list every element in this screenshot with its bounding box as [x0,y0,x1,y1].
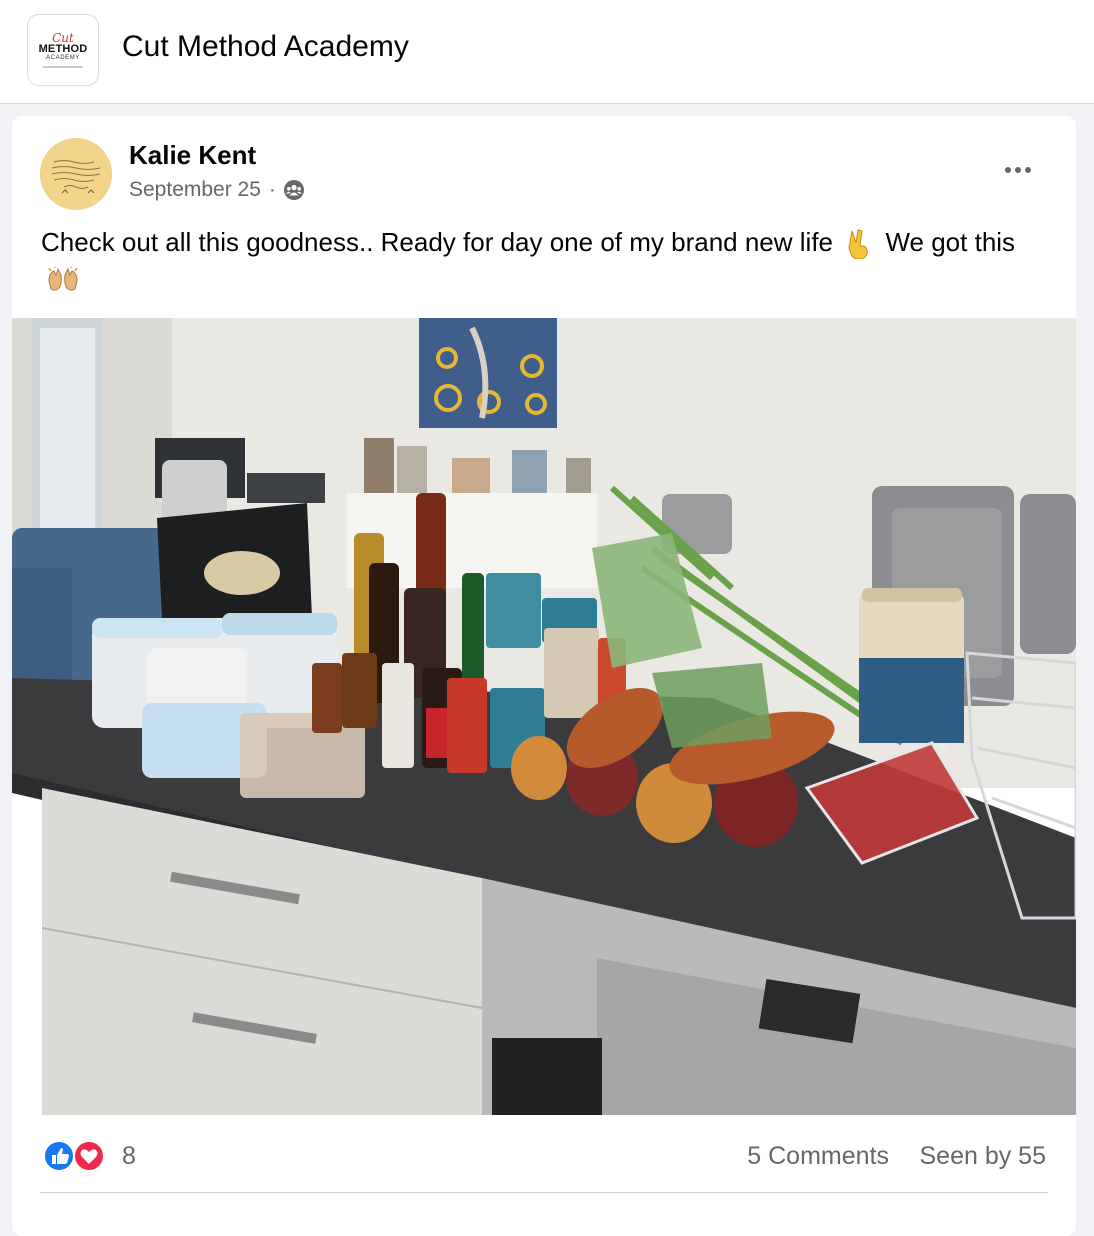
raising-hands-emoji [48,267,78,291]
post-text: Check out all this goodness.. Ready for … [41,224,1041,296]
group-name[interactable]: Cut Method Academy [122,30,409,64]
post-text-part2: We got this [885,227,1016,257]
seen-by-link[interactable]: Seen by 55 [920,1142,1047,1171]
logo-academy-text: ACADEMY [46,54,80,61]
logo-cut-text: Cut [52,30,74,45]
reaction-count[interactable]: 8 [122,1142,136,1171]
footer-divider [40,1192,1048,1193]
more-dots-icon [1005,167,1011,173]
post-footer: 8 5 Comments Seen by 55 [12,1116,1076,1196]
post-meta: September 25 · [129,178,304,202]
author-name[interactable]: Kalie Kent [129,140,256,171]
author-avatar[interactable] [40,138,112,210]
comments-link[interactable]: 5 Comments [747,1142,889,1171]
like-icon [43,1140,75,1172]
post-options-button[interactable] [1000,158,1036,182]
post-text-part1: Check out all this goodness.. Ready for … [41,227,833,257]
post-date[interactable]: September 25 [129,178,261,202]
group-members-icon [283,180,304,200]
post-photo[interactable] [12,318,1076,1115]
victory-hand-emoji [848,229,868,260]
love-icon [73,1140,105,1172]
logo-method-text: METHOD [38,42,88,55]
group-header: Cut METHOD ACADEMY Cut Method Academy [0,0,1094,104]
reaction-icons[interactable] [43,1140,107,1172]
logo-tagline [43,65,83,68]
group-logo[interactable]: Cut METHOD ACADEMY [27,14,99,86]
post-card: Kalie Kent September 25 · Check out all … [12,116,1076,1236]
meta-separator: · [268,178,276,201]
avatar-image [40,138,112,210]
